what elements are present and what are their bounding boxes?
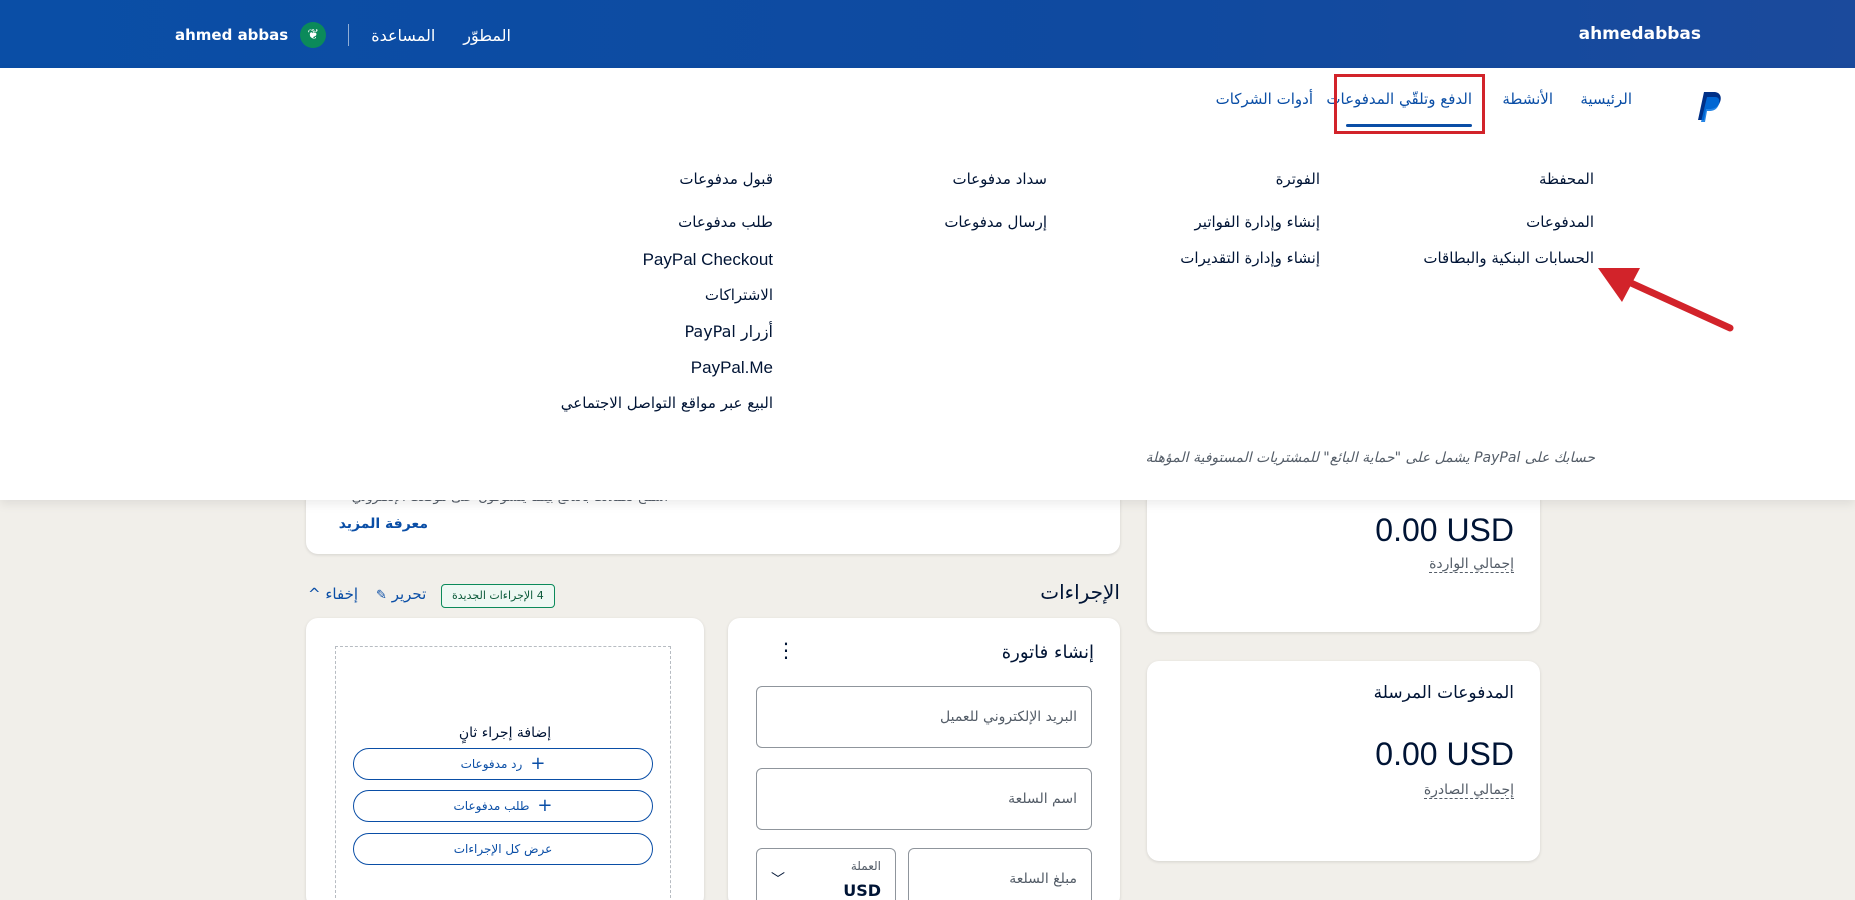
menu-accept-payments[interactable]: قبول مدفوعات [679, 170, 773, 188]
chevron-up-icon: ^ [308, 585, 321, 603]
menu-subscriptions[interactable]: الاشتراكات [705, 286, 773, 304]
menu-manage-invoices[interactable]: إنشاء وإدارة الفواتير [1195, 213, 1320, 231]
menu-invoicing[interactable]: الفوترة [1276, 170, 1320, 188]
new-actions-badge: 4 الإجراءات الجديدة [441, 584, 555, 608]
invoice-title: إنشاء فاتورة [1001, 642, 1094, 663]
sent-label: إجمالي الصادرة [1423, 782, 1514, 799]
invoice-card: إنشاء فاتورة ⋮ البريد الإلكتروني للعميل … [728, 618, 1120, 900]
edit-link[interactable]: ✎ تحرير [376, 585, 426, 603]
mega-menu: الرئيسية الأنشطة الدفع وتلقّي المدفوعات … [0, 68, 1855, 500]
nav-home[interactable]: الرئيسية [1580, 90, 1632, 108]
currency-label: العملة [850, 859, 881, 873]
menu-paypal-me[interactable]: PayPal.Me [691, 358, 773, 378]
menu-paypal-buttons[interactable]: أزرار PayPal [684, 322, 773, 341]
sent-title: المدفوعات المرسلة [1373, 683, 1514, 703]
item-name-field[interactable]: اسم السلعة [756, 768, 1092, 830]
sent-amount: 0.00 USD [1375, 736, 1514, 772]
received-amount: 0.00 USD [1375, 512, 1514, 548]
refund-payment-button[interactable]: + رد مدفوعات [353, 748, 653, 780]
pencil-icon: ✎ [376, 588, 387, 603]
menu-paypal-checkout[interactable]: PayPal Checkout [643, 250, 773, 270]
avatar[interactable]: ❦ [300, 22, 327, 48]
nav-business-tools[interactable]: أدوات الشركات [1216, 90, 1313, 108]
customer-email-field[interactable]: البريد الإلكتروني للعميل [756, 686, 1092, 748]
menu-pay[interactable]: سداد مدفوعات [952, 170, 1047, 188]
annotation-arrow-icon [1598, 268, 1734, 332]
currency-value: USD [843, 881, 881, 900]
paypal-logo-icon[interactable] [1695, 90, 1723, 122]
account-name[interactable]: ahmedabbas [1579, 24, 1701, 44]
menu-payments[interactable]: المدفوعات [1526, 213, 1594, 231]
nav-activities[interactable]: الأنشطة [1502, 90, 1553, 108]
sent-card: المدفوعات المرسلة 0.00 USD إجمالي الصادر… [1147, 661, 1540, 861]
plus-icon: + [537, 795, 553, 816]
add-action-title: إضافة إجراء ثانٍ [458, 725, 552, 741]
help-link[interactable]: المساعدة [371, 26, 435, 45]
menu-request-payments[interactable]: طلب مدفوعات [678, 213, 773, 231]
plus-icon: + [530, 753, 546, 774]
add-action-card: إضافة إجراء ثانٍ + رد مدفوعات + طلب مدفو… [306, 618, 704, 900]
menu-banks-cards[interactable]: الحسابات البنكية والبطاقات [1423, 249, 1594, 267]
received-label: إجمالي الواردة [1429, 556, 1514, 573]
item-amount-field[interactable]: مبلغ السلعة [908, 848, 1092, 900]
top-bar: ahmed abbas ❦ المساعدة المطوّر ahmedabba… [0, 0, 1855, 68]
user-name[interactable]: ahmed abbas [175, 26, 288, 44]
view-all-actions-button[interactable]: عرض كل الإجراءات [353, 833, 653, 865]
menu-social-selling[interactable]: البيع عبر مواقع التواصل الاجتماعي [561, 394, 773, 412]
chevron-down-icon: ﹀ [771, 872, 785, 888]
developer-link[interactable]: المطوّر [463, 26, 511, 45]
seller-protection-note: حسابك على PayPal يشمل على "حماية البائع"… [1145, 450, 1595, 466]
menu-manage-estimates[interactable]: إنشاء وإدارة التقديرات [1180, 249, 1320, 267]
leaf-icon: ❦ [307, 27, 320, 43]
divider [348, 24, 350, 46]
actions-title: الإجراءات [1040, 580, 1120, 604]
hide-link[interactable]: ^ إخفاء [308, 585, 358, 603]
menu-send-payments[interactable]: إرسال مدفوعات [944, 213, 1047, 231]
menu-wallet[interactable]: المحفظة [1539, 170, 1594, 188]
more-options-icon[interactable]: ⋮ [776, 638, 796, 662]
highlight-box [1334, 74, 1485, 134]
learn-more-link[interactable]: معرفة المزيد [339, 516, 428, 532]
currency-select[interactable]: العملة USD ﹀ [756, 848, 896, 900]
request-payment-button[interactable]: + طلب مدفوعات [353, 790, 653, 822]
top-links: ahmed abbas ❦ المساعدة المطوّر [175, 22, 539, 48]
